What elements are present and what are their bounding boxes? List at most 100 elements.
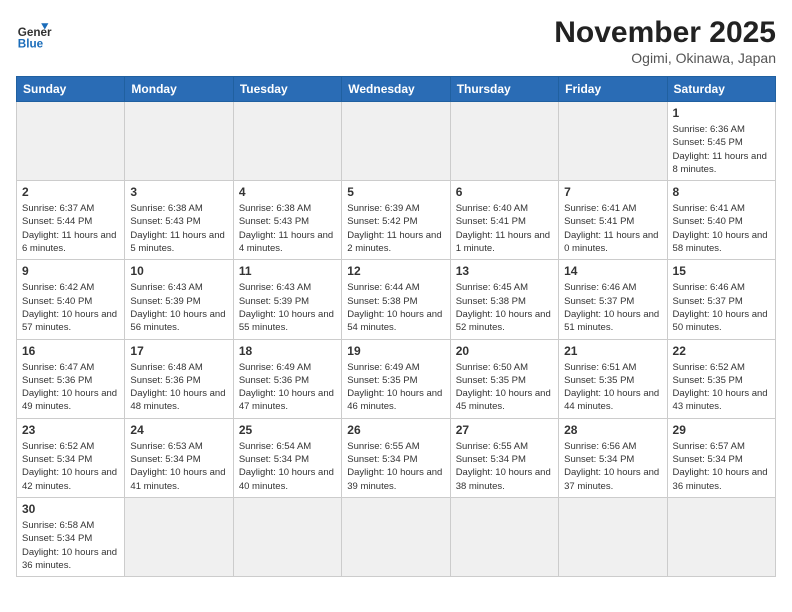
- calendar-cell: [233, 102, 341, 181]
- day-number: 13: [456, 264, 553, 278]
- cell-info: Sunrise: 6:56 AM Sunset: 5:34 PM Dayligh…: [564, 440, 661, 493]
- cell-info: Sunrise: 6:55 AM Sunset: 5:34 PM Dayligh…: [456, 440, 553, 493]
- calendar-cell: 23 Sunrise: 6:52 AM Sunset: 5:34 PM Dayli…: [17, 418, 125, 497]
- day-number: 22: [673, 344, 770, 358]
- calendar-cell: [125, 102, 233, 181]
- day-number: 4: [239, 185, 336, 199]
- day-number: 23: [22, 423, 119, 437]
- cell-info: Sunrise: 6:42 AM Sunset: 5:40 PM Dayligh…: [22, 281, 119, 334]
- calendar-week-5: 30Sunrise: 6:58 AM Sunset: 5:34 PM Dayli…: [17, 497, 776, 576]
- cell-info: Sunrise: 6:39 AM Sunset: 5:42 PM Dayligh…: [347, 202, 444, 255]
- cell-info: Sunrise: 6:48 AM Sunset: 5:36 PM Dayligh…: [130, 361, 227, 414]
- cell-info: Sunrise: 6:52 AM Sunset: 5:35 PM Dayligh…: [673, 361, 770, 414]
- day-number: 17: [130, 344, 227, 358]
- cell-info: Sunrise: 6:51 AM Sunset: 5:35 PM Dayligh…: [564, 361, 661, 414]
- day-number: 21: [564, 344, 661, 358]
- cell-info: Sunrise: 6:47 AM Sunset: 5:36 PM Dayligh…: [22, 361, 119, 414]
- calendar-cell: 20Sunrise: 6:50 AM Sunset: 5:35 PM Dayli…: [450, 339, 558, 418]
- calendar-cell: [17, 102, 125, 181]
- calendar-cell: 17 Sunrise: 6:48 AM Sunset: 5:36 PM Dayli…: [125, 339, 233, 418]
- calendar-cell: 6 Sunrise: 6:40 AM Sunset: 5:41 PM Daylig…: [450, 181, 558, 260]
- calendar-cell: 3 Sunrise: 6:38 AM Sunset: 5:43 PM Daylig…: [125, 181, 233, 260]
- day-number: 24: [130, 423, 227, 437]
- day-number: 18: [239, 344, 336, 358]
- calendar-cell: 27 Sunrise: 6:55 AM Sunset: 5:34 PM Dayli…: [450, 418, 558, 497]
- day-number: 27: [456, 423, 553, 437]
- calendar-cell: [125, 497, 233, 576]
- header-monday: Monday: [125, 77, 233, 102]
- calendar-cell: [559, 497, 667, 576]
- calendar-cell: [667, 497, 775, 576]
- calendar-cell: 10 Sunrise: 6:43 AM Sunset: 5:39 PM Dayli…: [125, 260, 233, 339]
- cell-info: Sunrise: 6:44 AM Sunset: 5:38 PM Dayligh…: [347, 281, 444, 334]
- calendar-cell: 30Sunrise: 6:58 AM Sunset: 5:34 PM Dayli…: [17, 497, 125, 576]
- calendar-week-3: 16 Sunrise: 6:47 AM Sunset: 5:36 PM Dayli…: [17, 339, 776, 418]
- calendar-cell: 4 Sunrise: 6:38 AM Sunset: 5:43 PM Daylig…: [233, 181, 341, 260]
- day-number: 5: [347, 185, 444, 199]
- header-wednesday: Wednesday: [342, 77, 450, 102]
- cell-info: Sunrise: 6:54 AM Sunset: 5:34 PM Dayligh…: [239, 440, 336, 493]
- header-friday: Friday: [559, 77, 667, 102]
- cell-info: Sunrise: 6:43 AM Sunset: 5:39 PM Dayligh…: [130, 281, 227, 334]
- cell-info: Sunrise: 6:40 AM Sunset: 5:41 PM Dayligh…: [456, 202, 553, 255]
- calendar-week-1: 2 Sunrise: 6:37 AM Sunset: 5:44 PM Daylig…: [17, 181, 776, 260]
- cell-info: Sunrise: 6:49 AM Sunset: 5:36 PM Dayligh…: [239, 361, 336, 414]
- svg-text:Blue: Blue: [18, 38, 44, 51]
- day-number: 20: [456, 344, 553, 358]
- calendar-cell: 24 Sunrise: 6:53 AM Sunset: 5:34 PM Dayli…: [125, 418, 233, 497]
- day-number: 16: [22, 344, 119, 358]
- day-number: 14: [564, 264, 661, 278]
- cell-info: Sunrise: 6:55 AM Sunset: 5:34 PM Dayligh…: [347, 440, 444, 493]
- day-number: 11: [239, 264, 336, 278]
- day-number: 10: [130, 264, 227, 278]
- calendar-cell: 5 Sunrise: 6:39 AM Sunset: 5:42 PM Daylig…: [342, 181, 450, 260]
- cell-info: Sunrise: 6:38 AM Sunset: 5:43 PM Dayligh…: [130, 202, 227, 255]
- calendar-cell: 1 Sunrise: 6:36 AM Sunset: 5:45 PM Daylig…: [667, 102, 775, 181]
- day-number: 8: [673, 185, 770, 199]
- calendar-cell: 26Sunrise: 6:55 AM Sunset: 5:34 PM Dayli…: [342, 418, 450, 497]
- cell-info: Sunrise: 6:45 AM Sunset: 5:38 PM Dayligh…: [456, 281, 553, 334]
- calendar-cell: 8 Sunrise: 6:41 AM Sunset: 5:40 PM Daylig…: [667, 181, 775, 260]
- header-sunday: Sunday: [17, 77, 125, 102]
- cell-info: Sunrise: 6:38 AM Sunset: 5:43 PM Dayligh…: [239, 202, 336, 255]
- cell-info: Sunrise: 6:36 AM Sunset: 5:45 PM Dayligh…: [673, 123, 770, 176]
- logo-icon: General Blue: [16, 16, 52, 52]
- day-number: 9: [22, 264, 119, 278]
- day-number: 28: [564, 423, 661, 437]
- calendar-header-row: SundayMondayTuesdayWednesdayThursdayFrid…: [17, 77, 776, 102]
- day-number: 12: [347, 264, 444, 278]
- calendar-cell: 12 Sunrise: 6:44 AM Sunset: 5:38 PM Dayli…: [342, 260, 450, 339]
- cell-info: Sunrise: 6:58 AM Sunset: 5:34 PM Dayligh…: [22, 519, 119, 572]
- calendar-cell: [233, 497, 341, 576]
- cell-info: Sunrise: 6:53 AM Sunset: 5:34 PM Dayligh…: [130, 440, 227, 493]
- day-number: 6: [456, 185, 553, 199]
- day-number: 29: [673, 423, 770, 437]
- logo: General Blue: [16, 16, 52, 52]
- calendar-cell: 28 Sunrise: 6:56 AM Sunset: 5:34 PM Dayli…: [559, 418, 667, 497]
- calendar-week-0: 1 Sunrise: 6:36 AM Sunset: 5:45 PM Daylig…: [17, 102, 776, 181]
- day-number: 2: [22, 185, 119, 199]
- day-number: 3: [130, 185, 227, 199]
- day-number: 1: [673, 106, 770, 120]
- cell-info: Sunrise: 6:46 AM Sunset: 5:37 PM Dayligh…: [564, 281, 661, 334]
- day-number: 15: [673, 264, 770, 278]
- cell-info: Sunrise: 6:41 AM Sunset: 5:40 PM Dayligh…: [673, 202, 770, 255]
- calendar-cell: 22 Sunrise: 6:52 AM Sunset: 5:35 PM Dayli…: [667, 339, 775, 418]
- calendar-cell: 2 Sunrise: 6:37 AM Sunset: 5:44 PM Daylig…: [17, 181, 125, 260]
- calendar-cell: 18 Sunrise: 6:49 AM Sunset: 5:36 PM Dayli…: [233, 339, 341, 418]
- calendar-cell: 11Sunrise: 6:43 AM Sunset: 5:39 PM Dayli…: [233, 260, 341, 339]
- calendar-cell: 16 Sunrise: 6:47 AM Sunset: 5:36 PM Dayli…: [17, 339, 125, 418]
- cell-info: Sunrise: 6:52 AM Sunset: 5:34 PM Dayligh…: [22, 440, 119, 493]
- calendar-week-4: 23 Sunrise: 6:52 AM Sunset: 5:34 PM Dayli…: [17, 418, 776, 497]
- cell-info: Sunrise: 6:41 AM Sunset: 5:41 PM Dayligh…: [564, 202, 661, 255]
- calendar-cell: 13 Sunrise: 6:45 AM Sunset: 5:38 PM Dayli…: [450, 260, 558, 339]
- header-saturday: Saturday: [667, 77, 775, 102]
- page-header: General Blue November 2025 Ogimi, Okinaw…: [16, 16, 776, 66]
- calendar-cell: [342, 497, 450, 576]
- cell-info: Sunrise: 6:57 AM Sunset: 5:34 PM Dayligh…: [673, 440, 770, 493]
- header-thursday: Thursday: [450, 77, 558, 102]
- calendar-cell: 19Sunrise: 6:49 AM Sunset: 5:35 PM Dayli…: [342, 339, 450, 418]
- cell-info: Sunrise: 6:37 AM Sunset: 5:44 PM Dayligh…: [22, 202, 119, 255]
- location: Ogimi, Okinawa, Japan: [554, 50, 776, 66]
- calendar-cell: 15Sunrise: 6:46 AM Sunset: 5:37 PM Dayli…: [667, 260, 775, 339]
